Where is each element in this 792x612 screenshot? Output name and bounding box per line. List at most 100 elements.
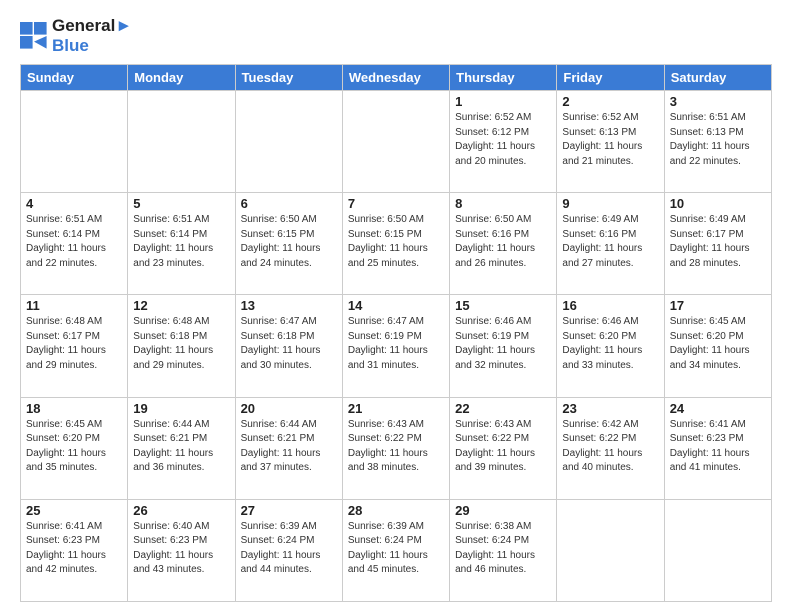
calendar-cell — [557, 499, 664, 601]
calendar-cell: 19 Sunrise: 6:44 AM Sunset: 6:21 PM Dayli… — [128, 397, 235, 499]
calendar-week-row: 1Sunrise: 6:52 AM Sunset: 6:12 PM Daylig… — [21, 91, 772, 193]
day-info: Sunrise: 6:52 AM Sunset: 6:12 PM Dayligh… — [455, 111, 551, 169]
day-number: 27 — [241, 503, 337, 518]
calendar-week-row: 25 Sunrise: 6:41 AM Sunset: 6:23 PM Dayli… — [21, 499, 772, 601]
calendar-cell: 5 Sunrise: 6:51 AM Sunset: 6:14 PM Daylig… — [128, 193, 235, 295]
logo-icon — [20, 22, 48, 50]
day-number: 2 — [562, 94, 658, 109]
day-info: Sunrise: 6:49 AM Sunset: 6:16 PM Dayligh… — [562, 213, 658, 271]
day-number: 7 — [348, 196, 444, 211]
day-number: 4 — [26, 196, 122, 211]
day-header-sunday: Sunday — [21, 65, 128, 91]
day-number: 11 — [26, 298, 122, 313]
day-header-thursday: Thursday — [450, 65, 557, 91]
calendar-cell: 3 Sunrise: 6:51 AM Sunset: 6:13 PM Daylig… — [664, 91, 771, 193]
calendar-cell: 21 Sunrise: 6:43 AM Sunset: 6:22 PM Dayli… — [342, 397, 449, 499]
header: General► Blue — [20, 16, 772, 56]
day-number: 14 — [348, 298, 444, 313]
day-number: 5 — [133, 196, 229, 211]
calendar-cell: 15 Sunrise: 6:46 AM Sunset: 6:19 PM Dayli… — [450, 295, 557, 397]
calendar-cell: 27Sunrise: 6:39 AM Sunset: 6:24 PM Dayli… — [235, 499, 342, 601]
day-number: 16 — [562, 298, 658, 313]
day-info: Sunrise: 6:47 AM Sunset: 6:19 PM Dayligh… — [348, 315, 444, 373]
day-number: 12 — [133, 298, 229, 313]
day-number: 29 — [455, 503, 551, 518]
calendar-cell: 11 Sunrise: 6:48 AM Sunset: 6:17 PM Dayli… — [21, 295, 128, 397]
calendar-cell: 18 Sunrise: 6:45 AM Sunset: 6:20 PM Dayli… — [21, 397, 128, 499]
calendar-cell: 9Sunrise: 6:49 AM Sunset: 6:16 PM Daylig… — [557, 193, 664, 295]
day-number: 24 — [670, 401, 766, 416]
day-number: 6 — [241, 196, 337, 211]
day-info: Sunrise: 6:48 AM Sunset: 6:18 PM Dayligh… — [133, 315, 229, 373]
day-info: Sunrise: 6:41 AM Sunset: 6:23 PM Dayligh… — [26, 520, 122, 578]
calendar-cell — [664, 499, 771, 601]
day-info: Sunrise: 6:39 AM Sunset: 6:24 PM Dayligh… — [348, 520, 444, 578]
calendar-header-row: SundayMondayTuesdayWednesdayThursdayFrid… — [21, 65, 772, 91]
day-header-wednesday: Wednesday — [342, 65, 449, 91]
calendar-week-row: 4 Sunrise: 6:51 AM Sunset: 6:14 PM Daylig… — [21, 193, 772, 295]
day-info: Sunrise: 6:40 AM Sunset: 6:23 PM Dayligh… — [133, 520, 229, 578]
calendar-cell: 7 Sunrise: 6:50 AM Sunset: 6:15 PM Daylig… — [342, 193, 449, 295]
calendar-cell: 22 Sunrise: 6:43 AM Sunset: 6:22 PM Dayli… — [450, 397, 557, 499]
day-info: Sunrise: 6:41 AM Sunset: 6:23 PM Dayligh… — [670, 418, 766, 476]
day-info: Sunrise: 6:51 AM Sunset: 6:13 PM Dayligh… — [670, 111, 766, 169]
calendar-week-row: 11 Sunrise: 6:48 AM Sunset: 6:17 PM Dayli… — [21, 295, 772, 397]
day-info: Sunrise: 6:43 AM Sunset: 6:22 PM Dayligh… — [348, 418, 444, 476]
day-info: Sunrise: 6:43 AM Sunset: 6:22 PM Dayligh… — [455, 418, 551, 476]
calendar-cell — [21, 91, 128, 193]
day-number: 22 — [455, 401, 551, 416]
day-info: Sunrise: 6:38 AM Sunset: 6:24 PM Dayligh… — [455, 520, 551, 578]
day-number: 23 — [562, 401, 658, 416]
day-info: Sunrise: 6:44 AM Sunset: 6:21 PM Dayligh… — [241, 418, 337, 476]
day-number: 21 — [348, 401, 444, 416]
calendar-cell: 28 Sunrise: 6:39 AM Sunset: 6:24 PM Dayli… — [342, 499, 449, 601]
day-number: 28 — [348, 503, 444, 518]
day-info: Sunrise: 6:48 AM Sunset: 6:17 PM Dayligh… — [26, 315, 122, 373]
day-info: Sunrise: 6:52 AM Sunset: 6:13 PM Dayligh… — [562, 111, 658, 169]
calendar-cell — [342, 91, 449, 193]
calendar-cell: 20Sunrise: 6:44 AM Sunset: 6:21 PM Dayli… — [235, 397, 342, 499]
day-number: 8 — [455, 196, 551, 211]
calendar-cell: 4 Sunrise: 6:51 AM Sunset: 6:14 PM Daylig… — [21, 193, 128, 295]
calendar-cell: 13Sunrise: 6:47 AM Sunset: 6:18 PM Dayli… — [235, 295, 342, 397]
day-info: Sunrise: 6:50 AM Sunset: 6:16 PM Dayligh… — [455, 213, 551, 271]
calendar-cell: 12 Sunrise: 6:48 AM Sunset: 6:18 PM Dayli… — [128, 295, 235, 397]
day-info: Sunrise: 6:51 AM Sunset: 6:14 PM Dayligh… — [26, 213, 122, 271]
calendar-cell: 8 Sunrise: 6:50 AM Sunset: 6:16 PM Daylig… — [450, 193, 557, 295]
day-number: 15 — [455, 298, 551, 313]
day-number: 18 — [26, 401, 122, 416]
day-info: Sunrise: 6:45 AM Sunset: 6:20 PM Dayligh… — [26, 418, 122, 476]
day-number: 3 — [670, 94, 766, 109]
day-info: Sunrise: 6:49 AM Sunset: 6:17 PM Dayligh… — [670, 213, 766, 271]
calendar-cell: 29 Sunrise: 6:38 AM Sunset: 6:24 PM Dayli… — [450, 499, 557, 601]
calendar-table: SundayMondayTuesdayWednesdayThursdayFrid… — [20, 64, 772, 602]
calendar-cell: 2 Sunrise: 6:52 AM Sunset: 6:13 PM Daylig… — [557, 91, 664, 193]
day-info: Sunrise: 6:51 AM Sunset: 6:14 PM Dayligh… — [133, 213, 229, 271]
day-number: 19 — [133, 401, 229, 416]
calendar-cell: 24 Sunrise: 6:41 AM Sunset: 6:23 PM Dayli… — [664, 397, 771, 499]
page: General► Blue SundayMondayTuesdayWednesd… — [0, 0, 792, 612]
calendar-cell: 16Sunrise: 6:46 AM Sunset: 6:20 PM Dayli… — [557, 295, 664, 397]
day-number: 26 — [133, 503, 229, 518]
day-info: Sunrise: 6:47 AM Sunset: 6:18 PM Dayligh… — [241, 315, 337, 373]
day-info: Sunrise: 6:50 AM Sunset: 6:15 PM Dayligh… — [241, 213, 337, 271]
logo-text: General► Blue — [52, 16, 132, 56]
calendar-cell: 1Sunrise: 6:52 AM Sunset: 6:12 PM Daylig… — [450, 91, 557, 193]
calendar-cell — [128, 91, 235, 193]
day-number: 17 — [670, 298, 766, 313]
day-info: Sunrise: 6:42 AM Sunset: 6:22 PM Dayligh… — [562, 418, 658, 476]
day-header-tuesday: Tuesday — [235, 65, 342, 91]
day-info: Sunrise: 6:46 AM Sunset: 6:19 PM Dayligh… — [455, 315, 551, 373]
day-header-monday: Monday — [128, 65, 235, 91]
calendar-cell: 23 Sunrise: 6:42 AM Sunset: 6:22 PM Dayli… — [557, 397, 664, 499]
calendar-cell: 26 Sunrise: 6:40 AM Sunset: 6:23 PM Dayli… — [128, 499, 235, 601]
day-info: Sunrise: 6:44 AM Sunset: 6:21 PM Dayligh… — [133, 418, 229, 476]
day-info: Sunrise: 6:50 AM Sunset: 6:15 PM Dayligh… — [348, 213, 444, 271]
calendar-cell: 14 Sunrise: 6:47 AM Sunset: 6:19 PM Dayli… — [342, 295, 449, 397]
day-info: Sunrise: 6:45 AM Sunset: 6:20 PM Dayligh… — [670, 315, 766, 373]
logo: General► Blue — [20, 16, 132, 56]
day-number: 25 — [26, 503, 122, 518]
day-header-friday: Friday — [557, 65, 664, 91]
day-number: 10 — [670, 196, 766, 211]
calendar-cell: 17 Sunrise: 6:45 AM Sunset: 6:20 PM Dayli… — [664, 295, 771, 397]
